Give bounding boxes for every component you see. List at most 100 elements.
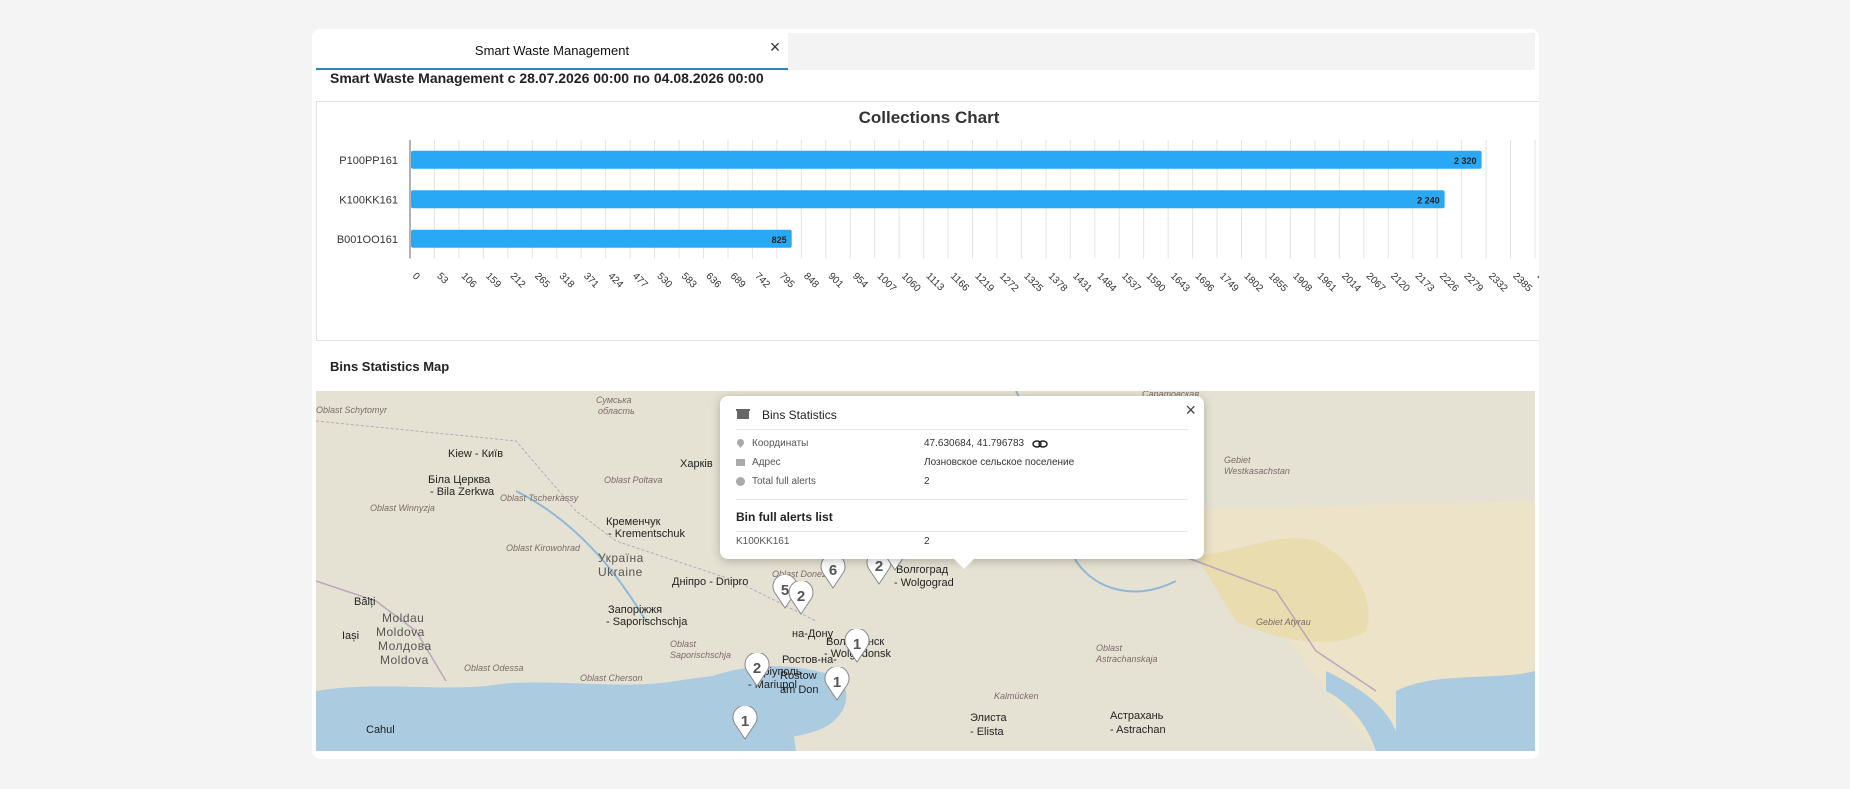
marker-count: 1 [852,636,862,653]
popup-subtitle: Bin full alerts list [736,510,833,524]
link-icon[interactable] [1032,438,1048,450]
map-label-oblast-tscherkassy: Oblast Tscherkassy [500,493,579,503]
x-tick-label: 265 [532,271,552,291]
envelope-icon [736,459,745,466]
map-marker[interactable]: 1 [822,665,852,701]
map-label-zaporizhzhia: Запоріжжя [608,604,663,616]
category-label: P100PP161 [339,155,398,167]
map-label-kremenchuk: Кременчук [606,516,661,528]
x-tick-label: 477 [630,271,650,291]
x-tick-label: 1431 [1070,271,1094,295]
map-label-bila: Біла Церква [428,474,491,486]
map-pin-icon [737,439,744,448]
map-label-volgograd2: - Wolgograd [894,577,954,589]
map-label-moldau2: Moldova [376,625,425,639]
popup-close-icon[interactable]: × [1185,401,1196,419]
x-tick-label: 2067 [1364,271,1388,295]
map-marker[interactable]: 6 [818,553,848,589]
x-tick-label: 2332 [1486,271,1510,295]
map-label-moldau4: Moldova [380,653,429,667]
map-marker[interactable]: 1 [842,627,872,663]
row-value: Лозновское сельское поселение [924,457,1075,468]
map-label-oblast-astrachanskaja: Oblast Astrachanskaja [1096,643,1158,664]
x-tick-label: 689 [728,271,748,291]
row-value: 2 [924,476,930,487]
map-label-cahul: Cahul [366,724,395,736]
trash-bin-icon [736,409,750,419]
x-tick-label: 530 [654,271,674,291]
map-label-astrakhan2: - Astrachan [1110,724,1166,736]
x-tick-label: 2120 [1388,271,1412,295]
map-label-rostov3: Rostow [780,670,817,682]
chart-svg: 0 53 106 159 212 265 318 371 424 477 530 583 636 689 7… [337,140,1539,295]
x-tick-label: 1219 [972,271,996,295]
x-tick-label: 742 [752,271,772,291]
x-tick-label: 0 [410,271,422,283]
map-label-zaporizhzhia2: - Saporischschja [606,616,688,628]
x-tick-label: 1537 [1119,271,1143,295]
x-tick-label: 53 [434,271,450,287]
bar-value-label: 2 240 [1417,195,1440,205]
map-label-kharkiv: Харків [680,458,713,470]
map-label-kremenchuk2: - Krementschuk [608,528,686,540]
x-tick-label: 318 [557,271,577,291]
map-label-rostov1: Ростов-на- [782,654,837,666]
x-tick-label: 2385 [1510,271,1534,295]
marker-count: 1 [832,674,842,691]
x-tick-label: 636 [703,271,723,291]
popup-row-total-alerts: Total full alerts 2 [736,476,1186,494]
marker-count: 1 [740,713,750,730]
x-tick-label: 1113 [923,271,946,294]
x-tick-label: 1166 [948,271,971,294]
x-tick-label: 212 [508,271,528,291]
map-marker[interactable]: 2 [742,651,772,687]
map-label-balti: Bălți [354,596,376,608]
map-label-kiev: Kiew - Київ [448,448,504,460]
popup-alert-row: K100KK161 2 [736,536,1186,554]
x-tick-label: 1749 [1217,271,1241,295]
x-tick-label: 954 [850,271,870,291]
x-tick-label: 1484 [1095,271,1119,295]
bar [411,150,1482,169]
map-label-dnipro: Дніпро - Dnipro [672,576,749,588]
map-marker[interactable]: 2 [786,579,816,615]
x-tick-label: 2438 [1535,271,1539,295]
x-tick-label: 2226 [1437,271,1461,295]
map-label-iasi: Iași [342,630,360,642]
divider [736,531,1188,532]
map-label-oblast-saporischschja: Oblast Saporischschja [670,639,732,660]
bar [411,190,1445,209]
marker-count: 6 [828,562,838,579]
bar-value-label: 2 320 [1454,156,1477,166]
map-label-sumy2: область [598,406,635,416]
x-tick-label: 795 [777,271,797,291]
x-tick-label: 1855 [1266,271,1290,295]
map-label-oblast-poltava: Oblast Poltava [604,475,663,485]
map-title: Bins Statistics Map [330,359,450,374]
tab-bar: Smart Waste Management × [316,33,1535,70]
map-marker[interactable]: 1 [730,704,760,740]
bar-value-label: 825 [772,235,787,245]
alert-bin-name: K100KK161 [736,536,790,547]
x-tick-label: 1802 [1241,271,1265,295]
report-panel: Smart Waste Management × Smart Waste Man… [312,29,1539,759]
map-label-rostov2: на-Дону [792,628,834,640]
alert-count: 2 [924,536,930,547]
popup-title: Bins Statistics [762,408,837,422]
category-label: K100KK161 [339,194,398,206]
row-value: 47.630684, 41.796783 [924,438,1025,449]
x-tick-label: 1378 [1046,271,1070,295]
category-label: B001OO161 [337,234,398,246]
x-tick-label: 106 [459,271,479,291]
x-tick-label: 159 [483,271,503,291]
map-label-elista: Элиста [970,712,1007,724]
map-label-astrakhan: Астрахань [1110,710,1164,722]
bins-statistics-popup: Bins Statistics × Координаты 47.630684, … [720,396,1204,569]
map-label-elista2: - Elista [970,726,1004,738]
map-label-ukraine1: Україна [598,551,644,565]
tab-smart-waste-management[interactable]: Smart Waste Management × [316,33,788,70]
map-label-oblast-kirowohrad: Oblast Kirowohrad [506,543,581,553]
map-label-moldau1: Moldau [382,611,425,625]
close-icon[interactable]: × [766,38,784,56]
map-label-atyrau: Gebiet Atyrau [1256,617,1311,627]
